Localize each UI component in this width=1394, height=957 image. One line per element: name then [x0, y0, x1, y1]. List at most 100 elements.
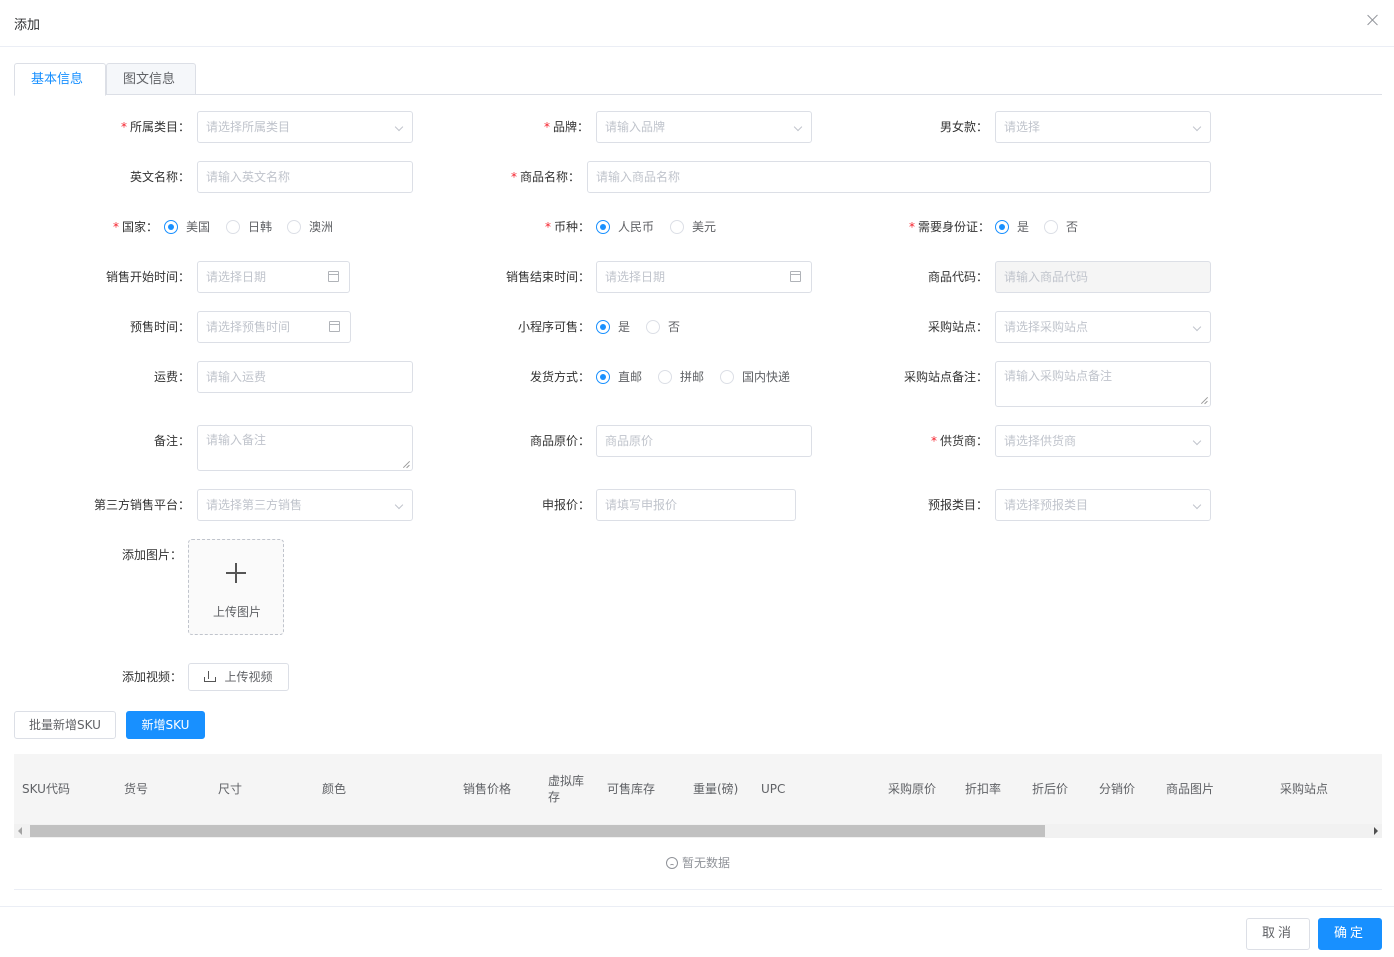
delivery-radio-domestic[interactable]: 国内快递 [720, 361, 790, 393]
calendar-icon [329, 321, 340, 332]
shipping-fee-placeholder: 请输入运费 [206, 370, 267, 384]
presale-time-picker[interactable]: 请选择预售时间 [197, 311, 351, 343]
original-price-input[interactable]: 商品原价 [596, 425, 812, 457]
miniprogram-option-label: 是 [618, 320, 631, 334]
required-mark: * [908, 220, 915, 234]
tabs: 基本信息 图文信息 [14, 63, 1382, 96]
column-header: 折后价 [1032, 782, 1069, 796]
english-name-label: 英文名称： [129, 170, 190, 184]
miniprogram-radio-yes[interactable]: 是 [596, 311, 630, 343]
upload-image-box[interactable]: 上传图片 [188, 539, 284, 635]
supplier-label: * 供货商： [860, 425, 988, 457]
site-note-textarea[interactable]: 请输入采购站点备注 [995, 361, 1211, 407]
currency-option-label: 人民币 [618, 220, 655, 234]
presale-time-placeholder: 请选择预售时间 [206, 320, 291, 334]
empty-state: 暂无数据 [14, 854, 1382, 871]
product-name-placeholder: 请输入商品名称 [596, 170, 681, 184]
column-header: 分销价 [1099, 782, 1136, 796]
original-price-label: 商品原价： [529, 434, 590, 448]
brand-placeholder: 请输入品牌 [605, 120, 666, 134]
tab-rich-info[interactable]: 图文信息 [106, 63, 196, 95]
remark-textarea[interactable]: 请输入备注 [197, 425, 413, 471]
gender-label: 男女款： [939, 120, 988, 134]
empty-text: 暂无数据 [681, 856, 730, 870]
column-header: UPC [761, 782, 786, 796]
site-note-label: 采购站点备注： [903, 370, 988, 384]
supplier-select[interactable]: 请选择供货商 [995, 425, 1211, 457]
supplier-placeholder: 请选择供货商 [1004, 434, 1077, 448]
product-name-label: * 商品名称： [450, 161, 580, 193]
presale-time-label: 预售时间： [129, 320, 190, 334]
miniprogram-radio-no[interactable]: 否 [646, 311, 680, 343]
scroll-left-icon[interactable] [18, 827, 22, 835]
chevron-down-icon [793, 122, 803, 132]
close-icon[interactable] [1366, 13, 1380, 27]
original-price-placeholder: 商品原价 [605, 434, 654, 448]
cancel-button[interactable]: 取消 [1246, 918, 1310, 950]
shipping-fee-input[interactable]: 请输入运费 [197, 361, 413, 393]
chevron-down-icon [394, 122, 404, 132]
add-sku-button[interactable]: 新增SKU [126, 711, 205, 739]
radio-dot [596, 370, 610, 384]
currency-radio-usd[interactable]: 美元 [670, 211, 716, 243]
currency-radio-cny[interactable]: 人民币 [596, 211, 654, 243]
resize-handle-icon[interactable] [1201, 397, 1208, 404]
scrollbar-thumb[interactable] [30, 825, 1045, 837]
country-radio-au[interactable]: 澳洲 [287, 211, 333, 243]
declared-price-placeholder: 请填写申报价 [605, 498, 678, 512]
batch-add-sku-button[interactable]: 批量新增SKU [14, 711, 116, 739]
country-radio-jk[interactable]: 日韩 [226, 211, 272, 243]
id-required-radio-no[interactable]: 否 [1044, 211, 1078, 243]
declared-category-select[interactable]: 请选择预报类目 [995, 489, 1211, 521]
sale-start-date-picker[interactable]: 请选择日期 [197, 261, 350, 293]
radio-dot [596, 320, 610, 334]
category-select[interactable]: 请选择所属类目 [197, 111, 413, 143]
dialog-footer: 取消 确定 [0, 906, 1394, 957]
product-name-input[interactable]: 请输入商品名称 [587, 161, 1211, 193]
column-header: 折扣率 [965, 782, 1002, 796]
column-header: 尺寸 [218, 782, 243, 796]
radio-dot [287, 220, 301, 234]
confirm-button[interactable]: 确定 [1318, 918, 1382, 950]
delivery-option-label: 直邮 [618, 370, 643, 384]
column-header: 商品图片 [1166, 782, 1215, 796]
remark-label: 备注： [153, 434, 190, 448]
delivery-option-label: 拼邮 [680, 370, 705, 384]
country-radio-us[interactable]: 美国 [164, 211, 210, 243]
declared-price-input[interactable]: 请填写申报价 [596, 489, 796, 521]
column-header: 货号 [124, 782, 149, 796]
product-name-label-text: 商品名称： [519, 170, 580, 184]
id-required-label-text: 需要身份证： [917, 220, 990, 234]
miniprogram-option-label: 否 [668, 320, 681, 334]
sad-face-icon [665, 857, 678, 869]
brand-select[interactable]: 请输入品牌 [596, 111, 812, 143]
resize-handle-icon[interactable] [403, 461, 410, 468]
horizontal-scrollbar[interactable] [14, 824, 1382, 838]
country-label-text: 国家： [121, 220, 158, 234]
column-header: 颜色 [322, 782, 347, 796]
id-required-radio-yes[interactable]: 是 [995, 211, 1029, 243]
miniprogram-label: 小程序可售： [517, 320, 590, 334]
english-name-input[interactable]: 请输入英文名称 [197, 161, 413, 193]
currency-label: * 币种： [460, 211, 590, 243]
id-required-option-label: 是 [1017, 220, 1030, 234]
sku-table: SKU代码 货号 尺寸 颜色 销售价格 虚拟库存 可售库存 重量(磅) UPC … [14, 754, 1382, 890]
upload-image-text: 上传图片 [212, 605, 261, 619]
tab-basic-info[interactable]: 基本信息 [14, 63, 106, 96]
chevron-down-icon [1192, 122, 1202, 132]
upload-icon [204, 671, 217, 682]
radio-dot [646, 320, 660, 334]
category-label-text: 所属类目： [129, 120, 190, 134]
sale-end-date-picker[interactable]: 请选择日期 [596, 261, 812, 293]
upload-video-button[interactable]: 上传视频 [188, 663, 289, 691]
delivery-option-label: 国内快递 [742, 370, 791, 384]
delivery-radio-combined[interactable]: 拼邮 [658, 361, 704, 393]
radio-dot [720, 370, 734, 384]
id-required-label: * 需要身份证： [860, 211, 990, 243]
scroll-right-icon[interactable] [1374, 827, 1378, 835]
delivery-radio-direct[interactable]: 直邮 [596, 361, 642, 393]
delivery-label: 发货方式： [529, 370, 590, 384]
gender-select[interactable]: 请选择 [995, 111, 1211, 143]
third-platform-select[interactable]: 请选择第三方销售 [197, 489, 413, 521]
purchase-site-select[interactable]: 请选择采购站点 [995, 311, 1211, 343]
